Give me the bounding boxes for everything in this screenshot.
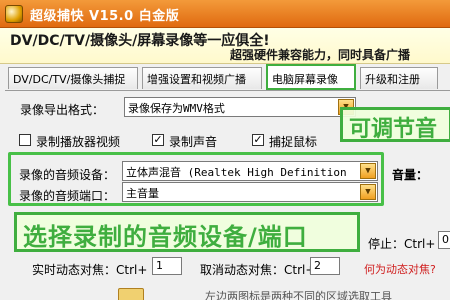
app-logo-icon (5, 5, 23, 23)
capture-mouse-label: 捕捉鼠标 (269, 135, 318, 149)
tab-upgrade-register[interactable]: 升级和注册 (360, 67, 438, 89)
adjustable-volume-annotation: 可调节音 (340, 107, 450, 142)
volume-label: 音量： (392, 168, 429, 182)
tab-screen-recording[interactable]: 电脑屏幕录像 (266, 64, 356, 90)
audio-device-select[interactable]: 立体声混音 (Realtek High Definition ▼ (122, 161, 378, 181)
export-format-value: 录像保存为WMV格式 (128, 102, 225, 115)
audio-port-select[interactable]: 主音量 ▼ (122, 182, 378, 202)
stop-hotkey-input[interactable]: 0 (438, 231, 450, 249)
audio-port-value: 主音量 (126, 187, 159, 200)
tab-dv-capture[interactable]: DV/DC/TV/摄像头捕捉 (8, 67, 138, 89)
chevron-down-icon[interactable]: ▼ (360, 163, 376, 179)
stop-hotkey-label: 停止：Ctrl+ (368, 237, 436, 251)
audio-port-label: 录像的音频端口： (19, 189, 116, 203)
audio-device-label: 录像的音频设备： (19, 168, 116, 182)
window-title: 超级捕快 V15.0 白金版 (30, 9, 180, 24)
select-audio-annotation: 选择录制的音频设备/端口 (14, 212, 360, 252)
record-sound-checkbox[interactable]: ✓ (152, 134, 164, 146)
realtime-focus-input[interactable]: 1 (152, 257, 182, 275)
title-bar: 超级捕快 V15.0 白金版 (0, 0, 450, 28)
promo-banner: DV/DC/TV/摄像头/屏幕录像等一应俱全! 超强硬件兼容能力，同时具备广播 (0, 28, 450, 64)
record-player-video-label: 录制播放器视频 (36, 135, 121, 149)
cancel-focus-input[interactable]: 2 (310, 257, 340, 275)
record-player-video-checkbox[interactable] (19, 134, 31, 146)
realtime-focus-label: 实时动态对焦：Ctrl+ (32, 263, 148, 277)
cancel-focus-label: 取消动态对焦：Ctrl+ (200, 263, 316, 277)
footer-hint: 左边两图标是两种不同的区域选取工具 (205, 290, 392, 300)
tab-enhanced-broadcast[interactable]: 增强设置和视频广播 (142, 67, 262, 89)
capture-mouse-checkbox[interactable]: ✓ (252, 134, 264, 146)
region-select-icon[interactable] (118, 288, 144, 300)
banner-subline: 超强硬件兼容能力，同时具备广播 (230, 48, 411, 62)
record-sound-label: 录制声音 (169, 135, 218, 149)
export-format-label: 录像导出格式： (20, 103, 105, 117)
export-format-select[interactable]: 录像保存为WMV格式 ▼ (124, 97, 356, 117)
tab-bar: DV/DC/TV/摄像头捕捉 增强设置和视频广播 电脑屏幕录像 升级和注册 (0, 64, 450, 90)
audio-device-value: 立体声混音 (Realtek High Definition (126, 166, 347, 179)
chevron-down-icon[interactable]: ▼ (360, 184, 376, 200)
what-is-dynamic-focus-link[interactable]: 何为动态对焦? (364, 261, 436, 277)
